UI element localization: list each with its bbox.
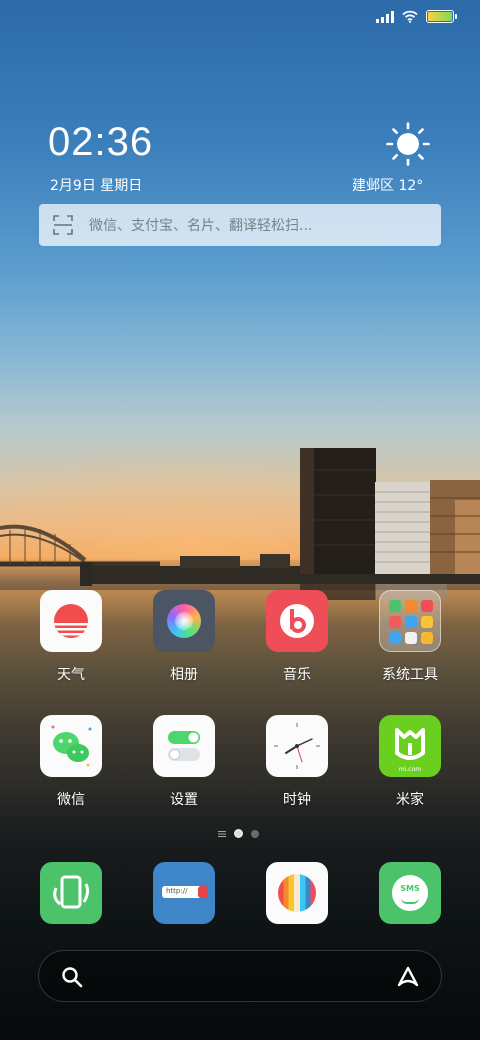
- assistant-icon[interactable]: [395, 965, 421, 989]
- app-label: 时钟: [283, 792, 311, 808]
- cellular-signal-icon: [376, 10, 394, 23]
- app-clock[interactable]: 时钟: [252, 715, 342, 809]
- app-label: 音乐: [283, 667, 311, 683]
- app-gallery[interactable]: 相册: [139, 590, 229, 684]
- dock-browser[interactable]: http://: [139, 862, 229, 924]
- page-indicator[interactable]: [218, 829, 259, 838]
- music-app-icon[interactable]: [266, 590, 328, 652]
- app-label: 设置: [170, 792, 198, 808]
- app-music[interactable]: 音乐: [252, 590, 342, 684]
- app-label: 微信: [57, 792, 85, 808]
- bottom-search-bar[interactable]: [38, 950, 442, 1002]
- scan-search-bar[interactable]: 微信、支付宝、名片、翻译轻松扫...: [39, 204, 441, 246]
- gallery-app-icon[interactable]: [153, 590, 215, 652]
- page-dot-active[interactable]: [234, 829, 243, 838]
- scan-search-placeholder: 微信、支付宝、名片、翻译轻松扫...: [89, 218, 313, 234]
- status-bar: [376, 10, 457, 23]
- app-label: 天气: [57, 667, 85, 683]
- phone-app-icon[interactable]: [40, 862, 102, 924]
- wifi-icon: [402, 10, 418, 23]
- app-label: 相册: [170, 667, 198, 683]
- dock-phone[interactable]: [26, 862, 116, 924]
- clock-app-icon[interactable]: [266, 715, 328, 777]
- system-tools-folder-icon[interactable]: [379, 590, 441, 652]
- app-label: 米家: [396, 792, 424, 808]
- camera-app-icon[interactable]: [266, 862, 328, 924]
- mijia-caption: mi.com: [398, 766, 422, 773]
- app-label: 系统工具: [382, 667, 438, 683]
- wallpaper-skyline: [0, 448, 480, 600]
- clock-date[interactable]: 2月9日 星期日: [50, 175, 142, 195]
- app-system-tools-folder[interactable]: 系统工具: [365, 590, 455, 684]
- app-settings[interactable]: 设置: [139, 715, 229, 809]
- app-wechat[interactable]: 微信: [26, 715, 116, 809]
- scan-icon[interactable]: [53, 215, 73, 235]
- menu-indicator-icon: [218, 830, 226, 837]
- wechat-app-icon[interactable]: [40, 715, 102, 777]
- clock-time[interactable]: 02:36: [48, 120, 153, 165]
- dock-messages[interactable]: SMS: [365, 862, 455, 924]
- app-mijia[interactable]: mi.com 米家: [365, 715, 455, 809]
- page-dot[interactable]: [251, 829, 259, 838]
- dock-camera[interactable]: [252, 862, 342, 924]
- mijia-app-icon[interactable]: mi.com: [379, 715, 441, 777]
- settings-app-icon[interactable]: [153, 715, 215, 777]
- weather-location-temp[interactable]: 建邺区 12°: [352, 175, 423, 195]
- sms-caption: SMS: [400, 884, 420, 893]
- browser-app-icon[interactable]: http://: [153, 862, 215, 924]
- app-weather[interactable]: 天气: [26, 590, 116, 684]
- battery-icon: [426, 10, 457, 23]
- sun-icon[interactable]: [386, 122, 430, 166]
- weather-app-icon[interactable]: [40, 590, 102, 652]
- messages-app-icon[interactable]: SMS: [379, 862, 441, 924]
- browser-caption: http://: [166, 887, 188, 895]
- search-icon[interactable]: [61, 966, 83, 988]
